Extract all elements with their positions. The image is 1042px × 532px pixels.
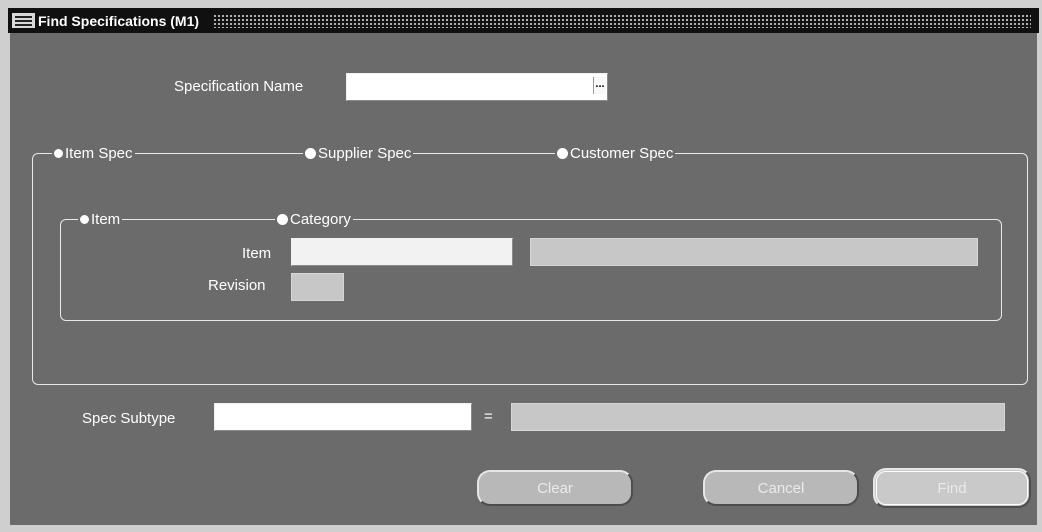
cancel-button[interactable]: Cancel — [703, 470, 859, 506]
radio-supplier-spec-label: Supplier Spec — [318, 144, 412, 162]
radio-unselected-icon — [277, 213, 288, 225]
spec-name-label: Specification Name — [174, 78, 304, 95]
radio-category-label: Category — [290, 210, 351, 228]
list-of-values-button[interactable]: ... — [593, 77, 606, 94]
spec-name-field[interactable]: ... — [346, 73, 608, 101]
radio-item-spec-label: Item Spec — [65, 144, 133, 162]
item-scope-frame — [60, 219, 1002, 321]
radio-selected-icon — [54, 148, 63, 158]
window-titlebar[interactable]: Find Specifications (M1) — [8, 8, 1039, 33]
radio-item-spec[interactable]: Item Spec — [52, 144, 135, 162]
item-description-field — [530, 238, 978, 266]
radio-item[interactable]: Item — [78, 210, 123, 228]
radio-unselected-icon — [305, 147, 316, 159]
spec-subtype-description-field — [511, 403, 1005, 431]
find-specifications-form: Specification Name ... Item Spec Supplie… — [10, 33, 1037, 525]
radio-selected-icon — [80, 214, 89, 224]
radio-supplier-spec[interactable]: Supplier Spec — [303, 144, 414, 162]
spec-subtype-field[interactable] — [214, 403, 472, 431]
radio-item-label: Item — [91, 210, 121, 228]
revision-label: Revision — [208, 277, 266, 294]
revision-field[interactable] — [291, 273, 344, 301]
radio-category[interactable]: Category — [275, 210, 353, 228]
spec-subtype-label: Spec Subtype — [82, 410, 176, 427]
subtype-operator: = — [484, 408, 493, 425]
find-button[interactable]: Find — [873, 468, 1031, 508]
clear-button[interactable]: Clear — [477, 470, 633, 506]
item-label: Item — [242, 245, 272, 262]
radio-customer-spec-label: Customer Spec — [570, 144, 674, 162]
item-field[interactable] — [291, 238, 513, 266]
radio-unselected-icon — [557, 147, 568, 159]
radio-customer-spec[interactable]: Customer Spec — [555, 144, 676, 162]
window-title: Find Specifications (M1) — [38, 12, 200, 29]
oracle-app-icon[interactable] — [12, 13, 35, 28]
titlebar-pattern — [213, 13, 1031, 28]
